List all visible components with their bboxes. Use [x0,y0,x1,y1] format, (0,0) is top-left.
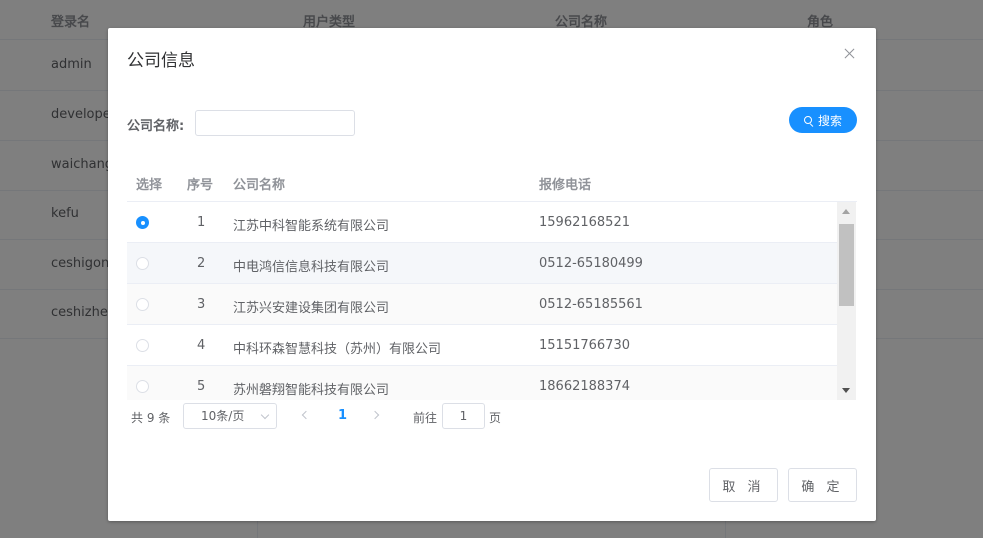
cancel-button[interactable]: 取 消 [709,468,778,502]
row-index: 3 [197,297,206,312]
scroll-down-arrow-icon[interactable] [842,388,850,393]
row-phone: 0512-65185561 [539,297,643,312]
row-company: 苏州磐翔智能科技有限公司 [233,383,390,398]
row-company: 中科环森智慧科技（苏州）有限公司 [233,342,442,357]
page-number-current[interactable]: 1 [338,408,347,423]
chevron-down-icon [260,410,270,420]
header-index: 序号 [187,178,214,193]
row-index: 4 [197,338,206,353]
goto-page-input[interactable] [442,403,485,429]
select-radio[interactable] [136,298,149,311]
prev-page-icon[interactable] [301,410,311,420]
table-row[interactable]: 4 中科环森智慧科技（苏州）有限公司 15151766730 [127,325,837,366]
row-phone: 18662188374 [539,379,630,394]
confirm-button[interactable]: 确 定 [788,468,857,502]
pagination-total: 共 9 条 [131,411,171,425]
header-company: 公司名称 [233,178,286,193]
select-radio[interactable] [136,257,149,270]
company-name-label: 公司名称: [127,119,185,134]
select-radio[interactable] [136,380,149,393]
goto-label: 前往 [413,411,438,425]
header-select: 选择 [136,178,163,193]
company-info-dialog: 公司信息 公司名称: 搜索 选择 序号 公司名称 报修电话 1 江苏中科智能系统… [108,28,876,521]
next-page-icon[interactable] [370,410,380,420]
row-phone: 15962168521 [539,215,630,230]
scroll-up-arrow-icon[interactable] [842,209,850,214]
page-size-value: 10条/页 [201,409,245,423]
row-phone: 0512-65180499 [539,256,643,271]
table-row[interactable]: 5 苏州磐翔智能科技有限公司 18662188374 [127,366,837,400]
company-table-header: 选择 序号 公司名称 报修电话 [127,162,857,202]
row-index: 1 [197,215,206,230]
row-index: 2 [197,256,206,271]
search-button[interactable]: 搜索 [789,107,857,133]
dialog-title: 公司信息 [127,51,195,71]
search-icon [803,116,812,124]
table-row[interactable]: 3 江苏兴安建设集团有限公司 0512-65185561 [127,284,837,325]
select-radio[interactable] [136,216,149,229]
row-company: 中电鸿信信息科技有限公司 [233,260,390,275]
row-company: 江苏兴安建设集团有限公司 [233,301,390,316]
table-row[interactable]: 1 江苏中科智能系统有限公司 15962168521 [127,202,837,243]
close-icon[interactable] [842,46,858,62]
table-scrollbar[interactable] [837,202,856,400]
page-size-select[interactable]: 10条/页 [183,403,277,429]
table-row[interactable]: 2 中电鸿信信息科技有限公司 0512-65180499 [127,243,837,284]
row-phone: 15151766730 [539,338,630,353]
company-name-search-input[interactable] [195,110,355,136]
company-table-body: 1 江苏中科智能系统有限公司 15962168521 2 中电鸿信信息科技有限公… [127,202,857,400]
search-button-label: 搜索 [817,113,842,128]
select-radio[interactable] [136,339,149,352]
scrollbar-thumb[interactable] [839,224,854,306]
header-phone: 报修电话 [539,178,592,193]
page-suffix: 页 [489,411,502,425]
row-company: 江苏中科智能系统有限公司 [233,219,390,234]
row-index: 5 [197,379,206,394]
